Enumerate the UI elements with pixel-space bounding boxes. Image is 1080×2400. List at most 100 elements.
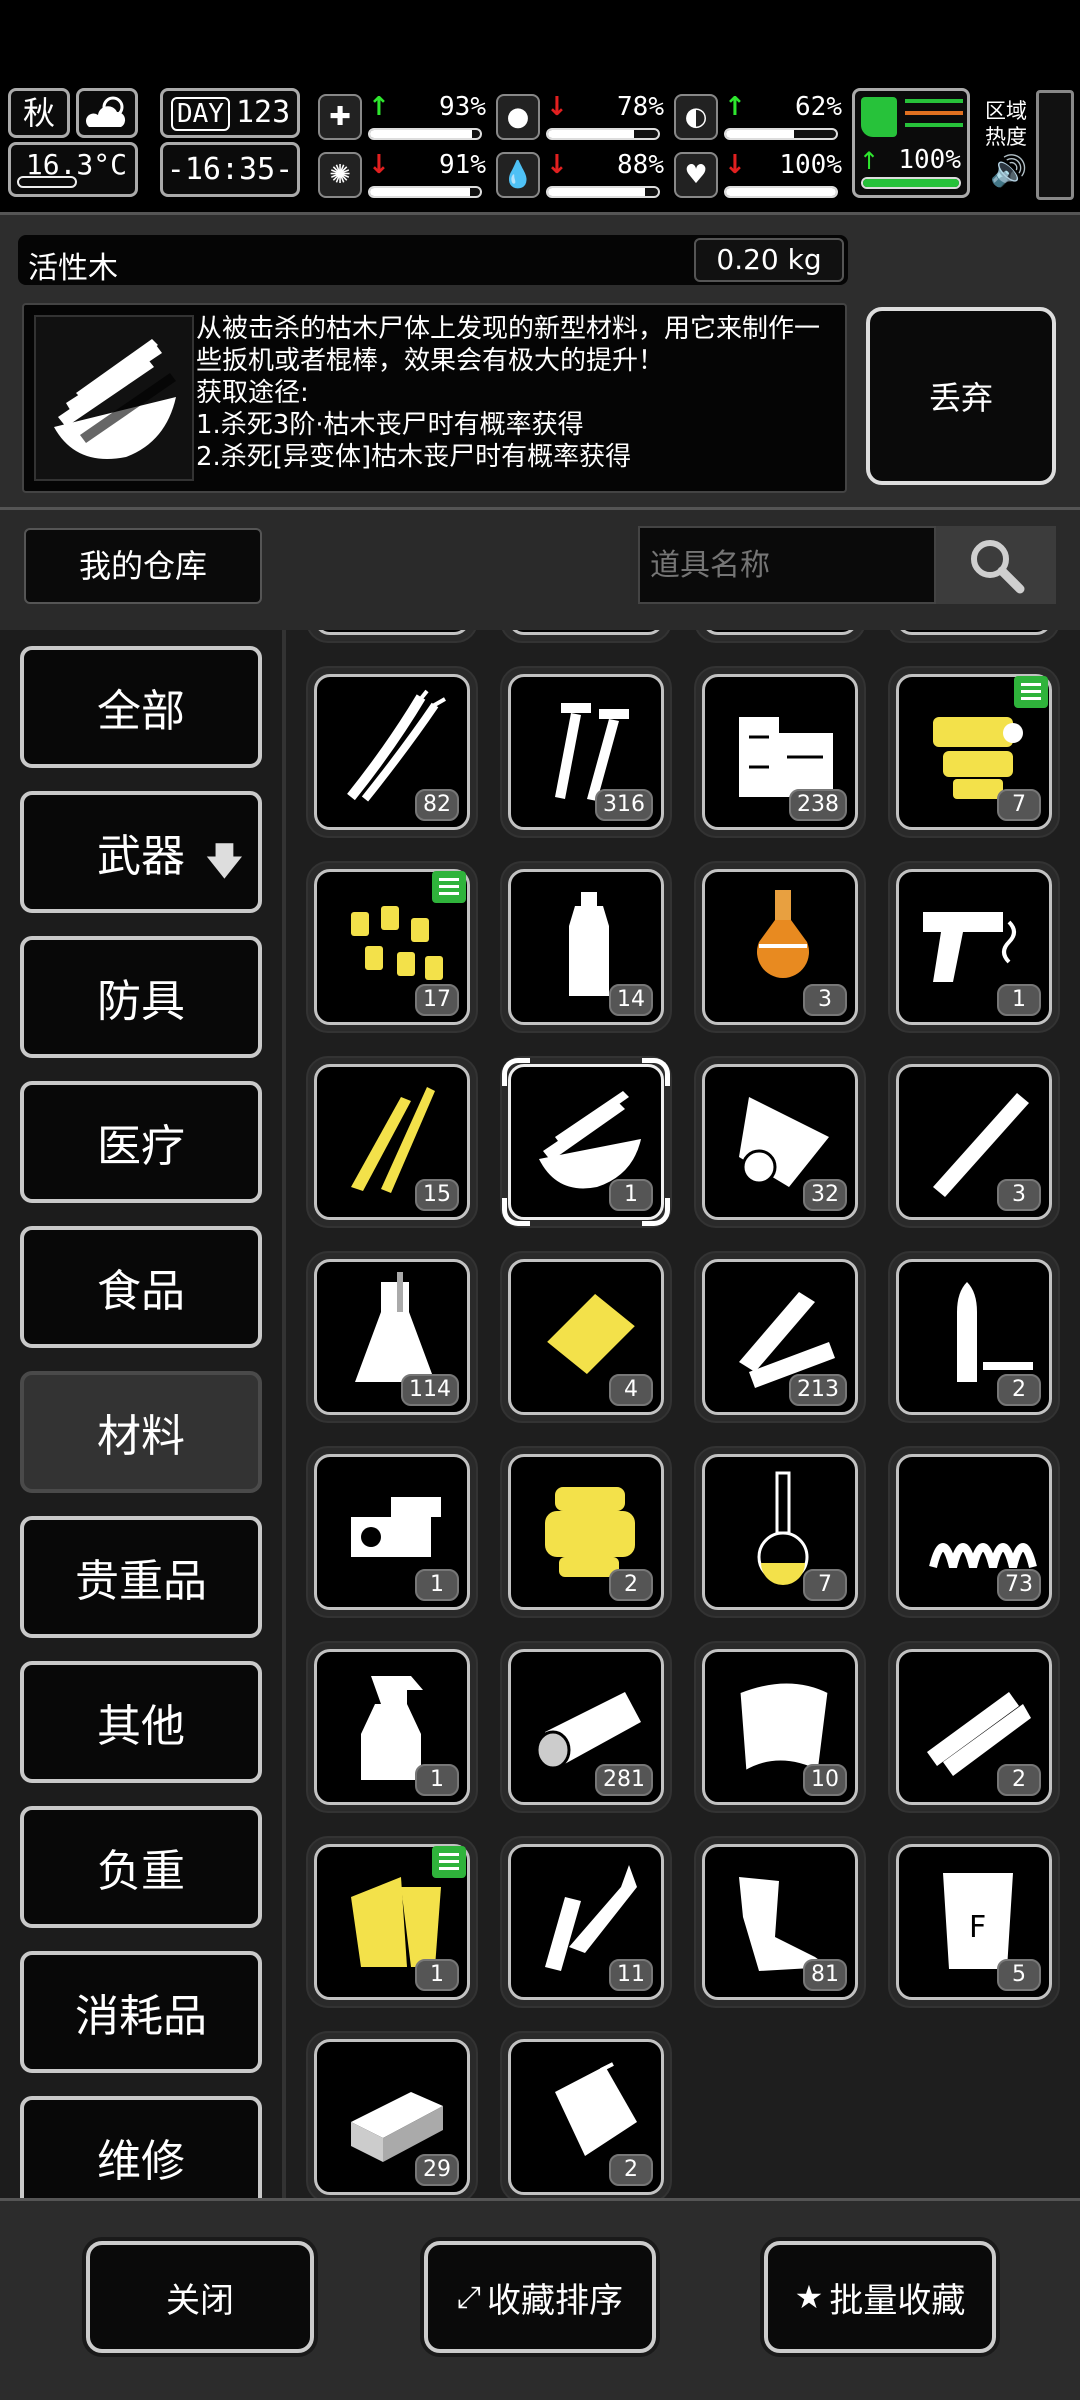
item-slot-partial[interactable] (888, 630, 1060, 643)
item-slot-frame: 1 (508, 1064, 664, 1220)
item-quantity: 2 (609, 1569, 653, 1601)
item-slot[interactable]: 7 (888, 666, 1060, 838)
category-label: 消耗品 (75, 1991, 207, 2042)
item-slot[interactable]: 29 (306, 2031, 478, 2198)
item-slot[interactable]: 2 (888, 1641, 1060, 1813)
stat-pill: ◐ ↑ 62% (674, 92, 842, 144)
stat-bar (546, 128, 660, 140)
item-description-box: 从被击杀的枯木尸体上发现的新型材料，用它来制作一些扳机或者棍棒，效果会有极大的提… (22, 303, 847, 493)
item-slot-frame: 213 (702, 1259, 858, 1415)
item-slot[interactable]: 1 (888, 861, 1060, 1033)
favorite-list-icon (432, 1846, 466, 1878)
item-slot[interactable]: 114 (306, 1251, 478, 1423)
item-slot[interactable]: 32 (694, 1056, 866, 1228)
trend-down-icon: ↓ (546, 92, 568, 122)
thermometer-icon (17, 176, 77, 188)
item-slot[interactable]: 17 (306, 861, 478, 1033)
item-quantity: 5 (997, 1959, 1041, 1991)
item-quantity: 3 (997, 1179, 1041, 1211)
stat-bar (546, 186, 660, 198)
item-slot[interactable]: 7 (694, 1446, 866, 1618)
item-slot[interactable]: 15 (306, 1056, 478, 1228)
item-slot[interactable]: 238 (694, 666, 866, 838)
item-slot-frame: F5 (896, 1844, 1052, 2000)
item-quantity: 81 (803, 1959, 847, 1991)
inventory-grid: 82 316 238 7 17 14 3 1 15 1 32 3 114 4 213 2 1 2 7 73 1 281 10… (282, 630, 1080, 2198)
swap-arrows-icon: ⤢ (457, 2279, 481, 2315)
item-quantity: 11 (609, 1959, 653, 1991)
trend-down-icon: ↓ (546, 150, 568, 180)
category-tab-6[interactable]: 贵重品 (20, 1516, 262, 1638)
item-quantity: 2 (997, 1374, 1041, 1406)
item-slot[interactable]: 11 (500, 1836, 672, 2008)
category-tab-9[interactable]: 消耗品 (20, 1951, 262, 2073)
item-slot-frame (508, 630, 664, 635)
category-tab-4[interactable]: 食品 (20, 1226, 262, 1348)
item-slot[interactable]: 1 (306, 1836, 478, 2008)
item-slot-frame: 82 (314, 674, 470, 830)
item-slot[interactable]: 1 (500, 1056, 672, 1228)
favorite-list-icon (432, 871, 466, 903)
item-slot[interactable]: 82 (306, 666, 478, 838)
day-label: DAY (171, 97, 230, 131)
category-tab-7[interactable]: 其他 (20, 1661, 262, 1783)
item-slot[interactable]: 14 (500, 861, 672, 1033)
search-button[interactable] (936, 526, 1056, 604)
category-tab-3[interactable]: 医疗 (20, 1081, 262, 1203)
batch-favorite-button[interactable]: ★ 批量收藏 (764, 2241, 996, 2353)
favorite-sort-button[interactable]: ⤢ 收藏排序 (424, 2241, 656, 2353)
brain-icon: ✺ (318, 152, 362, 198)
item-slot[interactable]: 1 (306, 1446, 478, 1618)
speaker-icon[interactable]: 🔊 (990, 154, 1027, 189)
item-slot-frame (896, 630, 1052, 635)
svg-text:F: F (969, 1910, 986, 1945)
item-slot[interactable]: 281 (500, 1641, 672, 1813)
item-slot[interactable]: 2 (500, 1446, 672, 1618)
item-quantity: 3 (803, 984, 847, 1016)
item-slot[interactable]: 3 (694, 861, 866, 1033)
item-slot[interactable]: 2 (888, 1251, 1060, 1423)
item-slot-partial[interactable] (694, 630, 866, 643)
day-number: 123 (235, 95, 291, 130)
item-slot-frame: 1 (314, 1454, 470, 1610)
discard-button[interactable]: 丢弃 (866, 307, 1056, 485)
stat-value: 88% (617, 150, 664, 180)
item-slot[interactable]: 4 (500, 1251, 672, 1423)
category-tab-5[interactable]: 材料 (20, 1371, 262, 1493)
item-slot[interactable]: 1 (306, 1641, 478, 1813)
category-label: 全部 (97, 686, 185, 737)
item-slot[interactable]: 10 (694, 1641, 866, 1813)
item-slot-frame (702, 630, 858, 635)
item-slot[interactable]: 316 (500, 666, 672, 838)
stamina-lines (905, 99, 963, 103)
stat-value: 62% (795, 92, 842, 122)
item-quantity: 2 (609, 2154, 653, 2186)
item-slot[interactable]: 73 (888, 1446, 1060, 1618)
item-slot[interactable]: 2 (500, 2031, 672, 2198)
item-slot-frame: 238 (702, 674, 858, 830)
category-tab-1[interactable]: 武器 🡇 (20, 791, 262, 913)
item-quantity: 316 (595, 789, 653, 821)
status-bar: 秋 16.3°C DAY 123 -16:35- ✚ ↑ 93% ● ↓ 78% ◐ ↑ 62% ✺… (0, 80, 1080, 205)
item-slot[interactable]: 3 (888, 1056, 1060, 1228)
item-slot-partial[interactable] (306, 630, 478, 643)
category-label: 防具 (97, 976, 185, 1027)
item-slot[interactable]: 81 (694, 1836, 866, 2008)
item-slot-partial[interactable] (500, 630, 672, 643)
item-search-input[interactable] (638, 526, 936, 604)
item-slot-frame: 73 (896, 1454, 1052, 1610)
game-clock: -16:35- (160, 142, 300, 197)
category-tab-10[interactable]: 维修 (20, 2096, 262, 2198)
category-tab-2[interactable]: 防具 (20, 936, 262, 1058)
item-slot-frame: 3 (702, 869, 858, 1025)
category-tab-0[interactable]: 全部 (20, 646, 262, 768)
stat-bar (368, 186, 482, 198)
stomach-icon: ● (496, 94, 540, 140)
item-detail-panel: 活性木 0.20 kg 从被击杀的枯木尸体上发现的新型材料，用它来制作一些扳机或… (0, 212, 1080, 510)
selection-corner (502, 1058, 530, 1086)
heart-icon: ♥ (674, 152, 718, 198)
item-slot[interactable]: 213 (694, 1251, 866, 1423)
category-tab-8[interactable]: 负重 (20, 1806, 262, 1928)
item-slot[interactable]: F5 (888, 1836, 1060, 2008)
close-button[interactable]: 关闭 (86, 2241, 314, 2353)
